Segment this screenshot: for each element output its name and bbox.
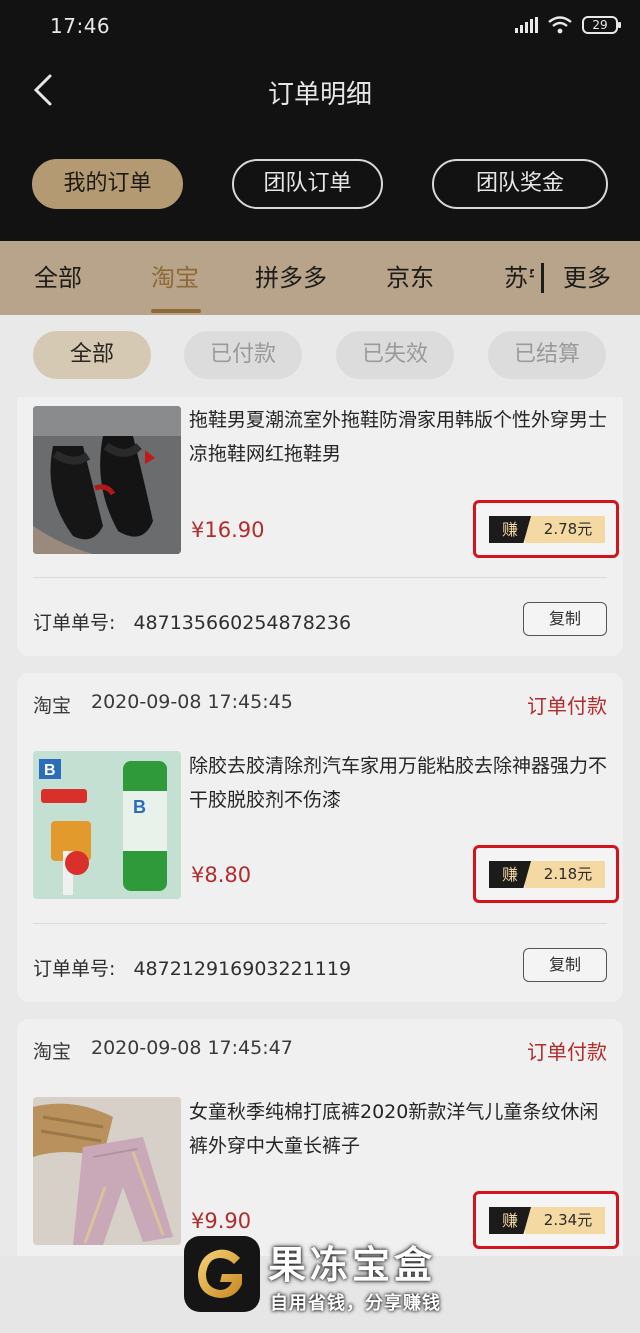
order-platform: 淘宝 (33, 1041, 72, 1063)
earn-amount: 2.18元 (525, 861, 605, 888)
filter-paid[interactable]: 已付款 (184, 331, 302, 379)
card-divider (33, 577, 607, 578)
product-name[interactable]: 拖鞋男夏潮流室外拖鞋防滑家用韩版个性外穿男士凉拖鞋网红拖鞋男 (189, 403, 609, 471)
filter-invalid[interactable]: 已失效 (336, 331, 454, 379)
active-tab-indicator (151, 309, 201, 313)
filter-settled[interactable]: 已结算 (488, 331, 606, 379)
order-number: 订单单号: 487135660254878236 (33, 608, 351, 635)
earn-amount: 2.78元 (525, 516, 605, 543)
tab-jd[interactable]: 京东 (386, 241, 434, 315)
order-time: 2020-09-08 17:45:47 (91, 1037, 293, 1059)
order-platform: 淘宝 (33, 695, 72, 717)
kids-pants-product-image (33, 1097, 181, 1245)
platform-tabs: 全部 淘宝 拼多多 京东 苏宁 更多 (0, 241, 640, 315)
product-name[interactable]: 除胶去胶清除剂汽车家用万能粘胶去除神器强力不干胶脱胶剂不伤漆 (189, 749, 609, 817)
status-bar: 17:46 29 (0, 0, 640, 52)
segment-team-orders[interactable]: 团队订单 (232, 159, 383, 209)
order-time: 2020-09-08 17:45:45 (91, 691, 293, 713)
status-icons: 29 (515, 16, 621, 34)
order-status: 订单付款 (527, 694, 607, 718)
tab-suning[interactable]: 苏宁 (504, 241, 534, 315)
earn-badge: 赚 2.34元 (473, 1191, 619, 1249)
brand-logo-icon (184, 1236, 260, 1312)
filter-all[interactable]: 全部 (33, 331, 151, 379)
segment-my-orders[interactable]: 我的订单 (32, 159, 183, 209)
earn-amount: 2.34元 (525, 1207, 605, 1234)
status-time: 17:46 (50, 14, 111, 38)
status-filters: 全部 已付款 已失效 已结算 (0, 315, 640, 397)
order-card[interactable]: 拖鞋男夏潮流室外拖鞋防滑家用韩版个性外穿男士凉拖鞋网红拖鞋男 ¥16.90 赚 … (17, 397, 623, 656)
order-status: 订单付款 (527, 1040, 607, 1064)
earn-badge: 赚 2.18元 (473, 845, 619, 903)
product-price: ¥9.90 (191, 1209, 252, 1233)
earn-badge: 赚 2.78元 (473, 500, 619, 558)
tab-pinduoduo[interactable]: 拼多多 (255, 241, 327, 315)
tab-all[interactable]: 全部 (34, 241, 82, 315)
card-divider (33, 923, 607, 924)
svg-text:B: B (44, 762, 56, 779)
nav-bar: 订单明细 (0, 52, 640, 132)
more-tabs-button[interactable]: 更多 (563, 241, 611, 315)
order-number-label: 订单单号: (33, 612, 116, 634)
order-number: 订单单号: 487212916903221119 (33, 954, 351, 981)
wifi-icon (548, 16, 572, 34)
copy-button[interactable]: 复制 (523, 602, 607, 636)
order-type-segment: 我的订单 团队订单 团队奖金 (0, 132, 640, 241)
product-price: ¥16.90 (191, 518, 265, 542)
product-name[interactable]: 女童秋季纯棉打底裤2020新款洋气儿童条纹休闲裤外穿中大童长裤子 (189, 1095, 609, 1163)
battery-icon: 29 (582, 16, 621, 34)
order-number-value: 487135660254878236 (133, 612, 352, 634)
brand-name: 果冻宝盒 (268, 1243, 437, 1287)
slipper-product-image (33, 406, 181, 554)
segment-team-bonus[interactable]: 团队奖金 (432, 159, 608, 209)
tabs-divider (541, 263, 544, 293)
glue-remover-product-image: B B (33, 751, 181, 899)
brand-slogan: 自用省钱，分享赚钱 (270, 1293, 441, 1314)
order-card[interactable]: 淘宝 2020-09-08 17:45:45 订单付款 B B 除胶去胶清除剂汽… (17, 673, 623, 1002)
svg-text:B: B (133, 797, 146, 817)
product-price: ¥8.80 (191, 863, 252, 887)
page-title: 订单明细 (267, 80, 372, 110)
order-number-value: 487212916903221119 (133, 958, 352, 980)
order-number-label: 订单单号: (33, 958, 116, 980)
signal-icon (515, 17, 538, 33)
tab-taobao[interactable]: 淘宝 (151, 241, 199, 315)
copy-button[interactable]: 复制 (523, 948, 607, 982)
